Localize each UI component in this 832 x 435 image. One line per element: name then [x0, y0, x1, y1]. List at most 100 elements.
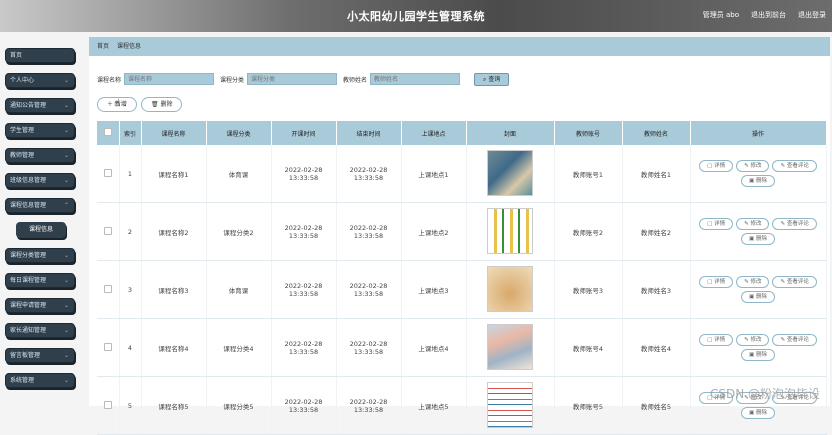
- chevron-down-icon: ⌄: [63, 352, 69, 359]
- chevron-down-icon: ⌄: [63, 377, 69, 384]
- sidebar-item-label: 学生管理: [10, 127, 35, 134]
- sidebar-item-notices[interactable]: 通知公告管理 ⌄: [5, 98, 75, 113]
- cover-image[interactable]: [487, 265, 533, 312]
- admin-user-label: 管理员 abo: [702, 11, 739, 19]
- row-checkbox[interactable]: [103, 284, 112, 293]
- cell-index: 4: [119, 318, 142, 377]
- column-header: 课程名称: [141, 121, 207, 145]
- detail-button[interactable]: ▢ 详情: [699, 218, 734, 230]
- cell-teacher-name: 教师姓名4: [622, 318, 691, 377]
- select-all-checkbox[interactable]: [97, 121, 120, 145]
- row-checkbox[interactable]: [103, 226, 112, 235]
- sidebar-item-home[interactable]: 首页: [5, 48, 75, 63]
- detail-button[interactable]: ▢ 详情: [699, 276, 734, 288]
- teacher-name-input[interactable]: [370, 73, 461, 85]
- row-delete-button[interactable]: ▣ 删除: [741, 291, 775, 303]
- sidebar-item-label: 教师管理: [10, 152, 35, 159]
- column-header: 开课时间: [271, 121, 337, 145]
- row-delete-button[interactable]: ▣ 删除: [741, 349, 775, 361]
- logout-link[interactable]: 退出登录: [798, 10, 826, 20]
- row-delete-button[interactable]: ▣ 删除: [741, 233, 775, 245]
- chevron-up-icon: ⌃: [63, 202, 69, 209]
- sidebar-item-label: 班级信息管理: [10, 177, 47, 184]
- chevron-down-icon: ⌄: [63, 327, 69, 334]
- sidebar-item-label: 每日课程管理: [10, 277, 47, 284]
- chevron-down-icon: ⌄: [63, 252, 69, 259]
- breadcrumb: 首页 课程信息: [89, 37, 830, 56]
- edit-button[interactable]: ✎ 修改: [736, 218, 770, 230]
- delete-button-label: 删除: [160, 101, 173, 108]
- table-row: 3 课程名称3 体育课 2022-02-28 13:33:58 2022-02-…: [97, 260, 827, 319]
- sidebar-item-course-applications[interactable]: 课程申请管理 ⌄: [5, 298, 75, 313]
- view-comments-button[interactable]: ✎ 查看评论: [772, 276, 817, 288]
- sidebar-item-teachers[interactable]: 教师管理 ⌄: [5, 148, 75, 163]
- edit-button[interactable]: ✎ 修改: [736, 160, 770, 172]
- column-header: 索引: [119, 121, 142, 145]
- delete-button[interactable]: 🗑 删除: [140, 97, 183, 112]
- cell-teacher-account: 教师账号1: [554, 145, 623, 203]
- column-header: 课程分类: [206, 121, 272, 145]
- front-page-link[interactable]: 退出到前台: [751, 10, 786, 20]
- sidebar-item-classes[interactable]: 班级信息管理 ⌄: [5, 173, 75, 188]
- cell-course-name: 课程名称3: [141, 260, 207, 319]
- table-row: 1 课程名称1 体育课 2022-02-28 13:33:58 2022-02-…: [97, 145, 827, 203]
- breadcrumb-current: 课程信息: [116, 43, 141, 50]
- search-button-label: 查询: [488, 75, 501, 83]
- main-content: 首页 课程信息 课程名称 课程分类 教师姓名 ⌕ 查询 ＋ 新增 🗑 删除 索引…: [89, 37, 830, 435]
- course-category-input[interactable]: [247, 73, 338, 85]
- chevron-down-icon: ⌄: [63, 127, 69, 134]
- sidebar-item-label: 课程申请管理: [10, 302, 47, 309]
- cell-index: 3: [119, 260, 142, 319]
- column-header: 结束时间: [336, 121, 402, 145]
- sidebar-item-course-categories[interactable]: 课程分类管理 ⌄: [5, 248, 75, 263]
- cover-image[interactable]: [487, 323, 533, 370]
- view-comments-button[interactable]: ✎ 查看评论: [772, 160, 817, 172]
- chevron-down-icon: ⌄: [63, 152, 69, 159]
- row-delete-button[interactable]: ▣ 删除: [741, 407, 775, 419]
- sidebar-item-profile[interactable]: 个人中心 ⌄: [5, 73, 75, 88]
- row-checkbox[interactable]: [103, 400, 112, 409]
- sidebar-item-message-board[interactable]: 留言板管理 ⌄: [5, 348, 75, 363]
- cell-teacher-account: 教师账号4: [554, 318, 623, 377]
- row-checkbox[interactable]: [103, 168, 112, 177]
- column-header: 上课地点: [401, 121, 467, 145]
- edit-button[interactable]: ✎ 修改: [736, 334, 770, 346]
- cell-end-time: 2022-02-28 13:33:58: [336, 318, 402, 377]
- row-checkbox[interactable]: [103, 342, 112, 351]
- cell-teacher-name: 教师姓名3: [622, 260, 691, 319]
- cell-course-name: 课程名称1: [141, 145, 207, 203]
- sidebar-item-courses[interactable]: 课程信息管理 ⌃: [5, 198, 75, 213]
- course-name-input[interactable]: [124, 73, 215, 85]
- chevron-down-icon: ⌄: [63, 277, 69, 284]
- sidebar-item-label: 课程信息管理: [10, 202, 47, 209]
- sidebar-item-students[interactable]: 学生管理 ⌄: [5, 123, 75, 138]
- cell-teacher-account: 教师账号2: [554, 202, 623, 261]
- cell-course-name: 课程名称2: [141, 202, 207, 261]
- breadcrumb-home[interactable]: 首页: [97, 43, 109, 50]
- sidebar-item-system[interactable]: 系统管理 ⌄: [5, 373, 75, 388]
- column-header: 操作: [690, 121, 827, 145]
- cell-start-time: 2022-02-28 13:33:58: [271, 202, 337, 261]
- cover-image[interactable]: [487, 381, 533, 428]
- detail-button[interactable]: ▢ 详情: [699, 334, 734, 346]
- sidebar-item-label: 家长通知管理: [10, 327, 47, 334]
- sidebar-item-parent-notices[interactable]: 家长通知管理 ⌄: [5, 323, 75, 338]
- cell-category: 课程分类4: [206, 318, 272, 377]
- sidebar-subitem-course-info[interactable]: 课程信息: [16, 222, 66, 238]
- cover-image[interactable]: [487, 207, 533, 254]
- view-comments-button[interactable]: ✎ 查看评论: [772, 334, 817, 346]
- top-bar: 小太阳幼儿园学生管理系统 管理员 abo 退出到前台 退出登录: [0, 0, 832, 32]
- detail-button[interactable]: ▢ 详情: [699, 160, 734, 172]
- column-header: 封面: [466, 121, 555, 145]
- cell-course-name: 课程名称4: [141, 318, 207, 377]
- cell-teacher-name: 教师姓名2: [622, 202, 691, 261]
- table-row: 2 课程名称2 课程分类2 2022-02-28 13:33:58 2022-0…: [97, 202, 827, 261]
- row-delete-button[interactable]: ▣ 删除: [741, 175, 775, 187]
- cell-index: 2: [119, 202, 142, 261]
- cover-image[interactable]: [487, 149, 533, 196]
- edit-button[interactable]: ✎ 修改: [736, 276, 770, 288]
- cell-category: 体育课: [206, 260, 272, 319]
- sidebar-item-daily-courses[interactable]: 每日课程管理 ⌄: [5, 273, 75, 288]
- view-comments-button[interactable]: ✎ 查看评论: [772, 218, 817, 230]
- search-button[interactable]: ⌕ 查询: [474, 72, 510, 86]
